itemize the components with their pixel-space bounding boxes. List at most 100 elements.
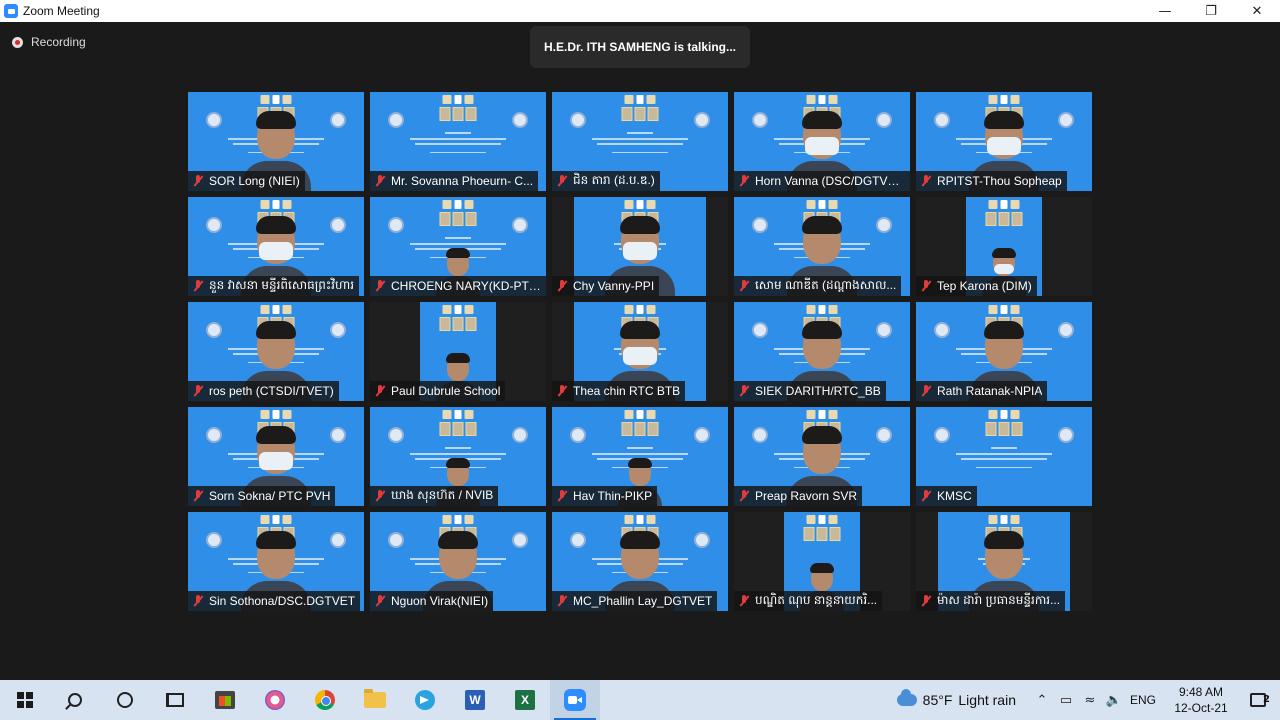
mic-muted-icon [556, 595, 568, 607]
wifi-icon: ≈ [1084, 692, 1096, 708]
participant-nametag: Paul Dubrule School [370, 381, 506, 401]
clock[interactable]: 9:48 AM 12-Oct-21 [1166, 684, 1236, 716]
participant-tile[interactable]: Mr. Sovanna Phoeurn- C... [370, 92, 546, 191]
volume-button[interactable]: 🔈 [1102, 680, 1126, 720]
slide-logos [442, 200, 474, 209]
slide-portraits [439, 317, 477, 331]
seal-icon [206, 112, 222, 128]
mic-muted-icon [738, 175, 750, 187]
participant-tile[interactable]: Thea chin RTC BTB [552, 302, 728, 401]
mic-muted-icon [556, 490, 568, 502]
participant-tile[interactable]: MC_Phallin Lay_DGTVET [552, 512, 728, 611]
participant-nametag: Horn Vanna (DSC/DGTVET) [734, 171, 910, 191]
participant-tile[interactable]: CHROENG NARY(KD-PTC... [370, 197, 546, 296]
input-language[interactable]: ENG [1130, 693, 1156, 707]
participant-name: CHROENG NARY(KD-PTC... [391, 279, 541, 293]
battery-button[interactable]: ▭ [1054, 680, 1078, 720]
participant-tile[interactable]: Tep Karona (DIM) [916, 197, 1092, 296]
weather-widget[interactable]: 85°F Light rain [896, 689, 1016, 708]
mic-muted-icon [374, 385, 386, 397]
participant-nametag: បណ្ឌិត ណុប នាន្តនាយករិ... [734, 591, 883, 611]
windows-taskbar: W X 85°F Light rain ⌃ ▭ ≈ 🔈 ENG 9:48 AM … [0, 680, 1280, 720]
participant-tile[interactable]: ros peth (CTSDI/TVET) [188, 302, 364, 401]
slide-portraits [985, 212, 1023, 226]
face-mask [259, 452, 293, 470]
participant-tile[interactable]: KMSC [916, 407, 1092, 506]
slide-logos [988, 305, 1020, 314]
telegram-button[interactable] [400, 680, 450, 720]
file-explorer-button[interactable] [350, 680, 400, 720]
store-button[interactable] [200, 680, 250, 720]
participant-nametag: Tep Karona (DIM) [916, 276, 1037, 296]
mic-muted-icon [374, 280, 386, 292]
mic-muted-icon [920, 175, 932, 187]
seal-icon [206, 532, 222, 548]
participant-tile[interactable]: Rath Ratanak-NPIA [916, 302, 1092, 401]
close-button[interactable]: ✕ [1234, 0, 1280, 22]
minimize-button[interactable]: — [1142, 0, 1188, 22]
title-bar[interactable]: Zoom Meeting — ❐ ✕ [0, 0, 1280, 22]
telegram-icon [415, 690, 435, 710]
slide-portraits [985, 422, 1023, 436]
seal-icon [388, 112, 404, 128]
participant-nametag: Sorn Sokna/ PTC PVH [188, 486, 336, 506]
mic-muted-icon [920, 490, 932, 502]
participant-tile[interactable]: Chy Vanny-PPI [552, 197, 728, 296]
mic-muted-icon [920, 280, 932, 292]
participant-tile[interactable]: Preap Ravorn SVR [734, 407, 910, 506]
participant-tile[interactable]: Horn Vanna (DSC/DGTVET) [734, 92, 910, 191]
participant-name: MC_Phallin Lay_DGTVET [573, 594, 713, 608]
participant-tile[interactable]: Nguon Virak(NIEI) [370, 512, 546, 611]
action-center-button[interactable]: 2 [1236, 680, 1280, 720]
word-button[interactable]: W [450, 680, 500, 720]
participant-tile[interactable]: Sin Sothona/DSC.DGTVET [188, 512, 364, 611]
chrome-button[interactable] [300, 680, 350, 720]
participant-tile[interactable]: នួន វាសនា មន្ទីរពិសោធព្រះវិហារ [188, 197, 364, 296]
participant-tile[interactable]: Sorn Sokna/ PTC PVH [188, 407, 364, 506]
start-button[interactable] [0, 680, 50, 720]
participant-tile[interactable]: Hav Thin-PIKP [552, 407, 728, 506]
participant-name: SIEK DARITH/RTC_BB [755, 384, 881, 398]
task-view-button[interactable] [150, 680, 200, 720]
close-icon: ✕ [1251, 3, 1263, 19]
seal-icon [694, 112, 710, 128]
slide-portraits [439, 422, 477, 436]
network-button[interactable]: ≈ [1078, 680, 1102, 720]
window-title: Zoom Meeting [23, 4, 100, 18]
chrome-icon [315, 690, 335, 710]
participant-nametag: ម៉ាស ដារ៉ា ប្រធានមន្ទីរការ... [916, 591, 1066, 611]
participant-nametag: KMSC [916, 486, 977, 506]
maximize-button[interactable]: ❐ [1188, 0, 1234, 22]
participant-tile[interactable]: ជិន តារា (ដ.ប.ឌ.) [552, 92, 728, 191]
window-controls: — ❐ ✕ [1142, 0, 1280, 22]
participant-tile[interactable]: ម៉ាស ដារ៉ា ប្រធានមន្ទីរការ... [916, 512, 1092, 611]
slide-logos [442, 95, 474, 104]
snipping-tool-button[interactable] [250, 680, 300, 720]
participant-name: Thea chin RTC BTB [573, 384, 681, 398]
participant-tile[interactable]: ឃាង សុនហ៊ត / NVIB [370, 407, 546, 506]
participant-nametag: ឃាង សុនហ៊ត / NVIB [370, 486, 499, 506]
face-mask [805, 137, 839, 155]
participant-tile[interactable]: សោម ណាឌីត (ដណ្ដាងសាល... [734, 197, 910, 296]
excel-button[interactable]: X [500, 680, 550, 720]
active-speaker-banner: H.E.Dr. ITH SAMHENG is talking... [530, 26, 750, 68]
participant-name: ជិន តារា (ដ.ប.ឌ.) [573, 173, 655, 187]
participant-tile[interactable]: Paul Dubrule School [370, 302, 546, 401]
word-icon: W [465, 690, 485, 710]
slide-logos [260, 305, 292, 314]
speaker-icon: 🔈 [1105, 692, 1123, 708]
participant-nametag: នួន វាសនា មន្ទីរពិសោធព្រះវិហារ [188, 276, 360, 296]
recording-label: Recording [31, 35, 86, 49]
participant-nametag: Mr. Sovanna Phoeurn- C... [370, 171, 539, 191]
show-hidden-icons-button[interactable]: ⌃ [1030, 680, 1054, 720]
participant-tile[interactable]: SOR Long (NIEI) [188, 92, 364, 191]
taskbar-search-button[interactable] [50, 680, 100, 720]
cortana-button[interactable] [100, 680, 150, 720]
mic-muted-icon [738, 280, 750, 292]
zoom-taskbar-button[interactable] [550, 680, 600, 720]
recording-indicator[interactable]: Recording [12, 35, 86, 49]
participant-tile[interactable]: RPITST-Thou Sopheap [916, 92, 1092, 191]
participant-tile[interactable]: បណ្ឌិត ណុប នាន្តនាយករិ... [734, 512, 910, 611]
slide-logos [806, 200, 838, 209]
participant-tile[interactable]: SIEK DARITH/RTC_BB [734, 302, 910, 401]
